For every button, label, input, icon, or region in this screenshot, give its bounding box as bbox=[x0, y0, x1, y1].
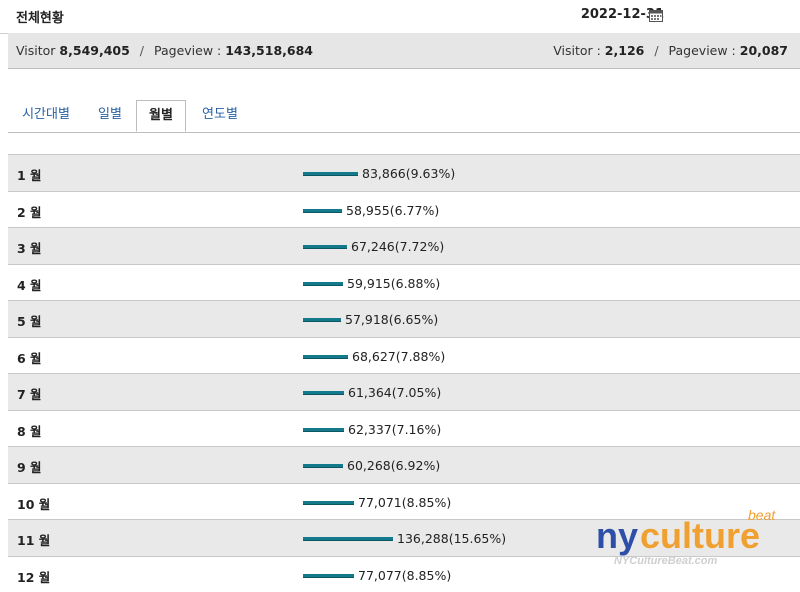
month-bar bbox=[303, 573, 354, 578]
month-row: 8 월 62,337(7.16%) bbox=[8, 409, 800, 447]
month-label: 8 월 bbox=[17, 423, 42, 439]
month-value: 59,915(6.88%) bbox=[347, 275, 441, 291]
month-bar bbox=[303, 427, 344, 432]
today-pageview-value: 20,087 bbox=[739, 43, 788, 58]
month-row: 6 월 68,627(7.88%) bbox=[8, 336, 800, 374]
tab-daily[interactable]: 일별 bbox=[86, 100, 134, 132]
month-value: 67,246(7.72%) bbox=[351, 239, 445, 254]
tab-hourly[interactable]: 시간대별 bbox=[8, 100, 84, 132]
month-label: 12 월 bbox=[17, 569, 51, 585]
month-value: 62,337(7.16%) bbox=[348, 421, 442, 437]
month-label: 4 월 bbox=[17, 277, 42, 293]
month-bar bbox=[303, 500, 354, 505]
month-value: 77,077(8.85%) bbox=[358, 567, 452, 583]
today-stats: Visitor : 2,126 / Pageview : 20,087 bbox=[553, 43, 788, 58]
month-label: 10 월 bbox=[17, 496, 51, 512]
month-bar bbox=[303, 391, 344, 395]
today-visitor-value: 2,126 bbox=[604, 43, 645, 58]
month-bar bbox=[303, 245, 347, 249]
separator: / bbox=[139, 43, 145, 58]
visitor-summary: Visitor 8,549,405 / Pageview : 143,518,6… bbox=[8, 33, 800, 69]
top-bar: 전체현황 2022-12-31 bbox=[0, 0, 800, 34]
today-visitor-label: Visitor : bbox=[553, 43, 601, 58]
month-value: 57,918(6.65%) bbox=[345, 312, 439, 327]
calendar-icon[interactable] bbox=[649, 9, 663, 22]
month-bar bbox=[303, 464, 343, 468]
tab-yearly[interactable]: 연도별 bbox=[190, 100, 250, 132]
nyculturebeat-logo: beat ny culture NYCultureBeat.com bbox=[596, 507, 776, 567]
month-value: 58,955(6.77%) bbox=[346, 202, 440, 218]
svg-text:NYCultureBeat.com: NYCultureBeat.com bbox=[614, 555, 718, 567]
tab-monthly[interactable]: 월별 bbox=[136, 100, 186, 132]
total-stats: Visitor 8,549,405 / Pageview : 143,518,6… bbox=[16, 43, 313, 58]
month-label: 9 월 bbox=[17, 460, 42, 475]
month-row: 7 월 61,364(7.05%) bbox=[8, 373, 800, 410]
month-value: 77,071(8.85%) bbox=[358, 494, 452, 510]
today-pageview-label: Pageview : bbox=[668, 43, 736, 58]
month-value: 83,866(9.63%) bbox=[362, 166, 456, 181]
page-title: 전체현황 bbox=[16, 11, 64, 26]
month-row: 2 월 58,955(6.77%) bbox=[8, 190, 800, 228]
svg-text:ny: ny bbox=[596, 515, 638, 556]
month-value: 60,268(6.92%) bbox=[347, 458, 441, 473]
svg-text:culture: culture bbox=[640, 515, 760, 556]
month-bar bbox=[303, 172, 358, 176]
month-value: 68,627(7.88%) bbox=[352, 348, 446, 364]
month-value: 61,364(7.05%) bbox=[348, 385, 442, 400]
month-label: 11 월 bbox=[17, 533, 51, 548]
total-pageview-value: 143,518,684 bbox=[225, 43, 313, 58]
month-value: 136,288(15.65%) bbox=[397, 531, 507, 546]
month-label: 2 월 bbox=[17, 204, 42, 220]
month-bar bbox=[303, 281, 343, 286]
month-row: 9 월 60,268(6.92%) bbox=[8, 446, 800, 483]
total-pageview-label: Pageview : bbox=[154, 43, 222, 58]
total-visitor-label: Visitor bbox=[16, 43, 56, 58]
separator: / bbox=[654, 43, 659, 58]
month-label: 1 월 bbox=[17, 168, 42, 183]
total-visitor-value: 8,549,405 bbox=[59, 43, 130, 58]
month-bar bbox=[303, 354, 348, 359]
month-label: 7 월 bbox=[17, 387, 42, 402]
month-bar bbox=[303, 318, 341, 322]
month-row: 1 월 83,866(9.63%) bbox=[8, 154, 800, 191]
period-tabs: 시간대별 일별 월별 연도별 bbox=[8, 100, 800, 133]
month-label: 6 월 bbox=[17, 350, 42, 366]
month-bar bbox=[303, 208, 342, 213]
month-bar bbox=[303, 537, 393, 541]
month-label: 3 월 bbox=[17, 241, 42, 256]
month-row: 5 월 57,918(6.65%) bbox=[8, 300, 800, 337]
month-row: 3 월 67,246(7.72%) bbox=[8, 227, 800, 264]
month-label: 5 월 bbox=[17, 314, 42, 329]
month-row: 4 월 59,915(6.88%) bbox=[8, 263, 800, 301]
